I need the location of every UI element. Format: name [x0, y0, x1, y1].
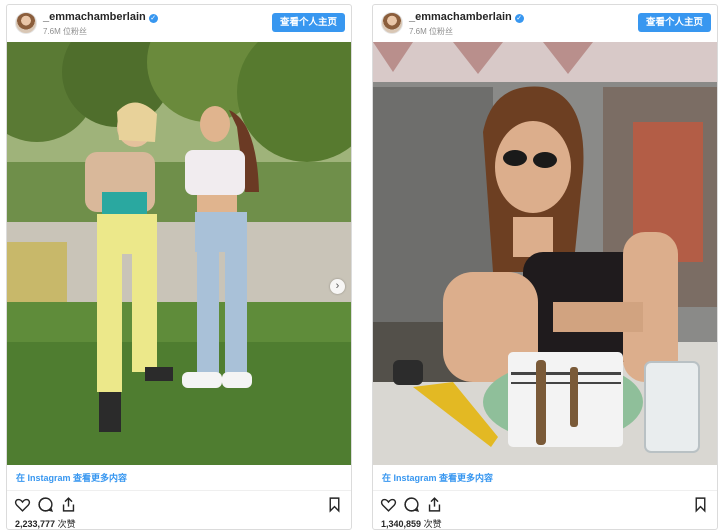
like-count-label: 次赞	[57, 519, 76, 529]
post-photo[interactable]: ›	[7, 42, 351, 465]
verified-badge-icon: ✓	[514, 14, 524, 23]
share-upload-icon[interactable]	[60, 496, 77, 513]
view-more-on-instagram-link[interactable]: 在 Instagram 查看更多内容	[373, 465, 717, 491]
heart-icon[interactable]	[380, 496, 397, 513]
bookmark-icon[interactable]	[692, 496, 709, 513]
like-count-number: 2,233,777	[15, 519, 56, 529]
view-more-on-instagram-link[interactable]: 在 Instagram 查看更多内容	[7, 465, 351, 491]
like-count: 1,340,859 次赞	[381, 517, 442, 530]
heart-icon[interactable]	[14, 496, 31, 513]
like-count: 2,233,777 次赞	[15, 517, 76, 530]
view-profile-button[interactable]: 查看个人主页	[637, 13, 711, 32]
chevron-right-icon[interactable]: ›	[330, 279, 345, 294]
post-header: _emmachamberlain ✓ 7.6M 位粉丝 查看个人主页	[373, 5, 717, 41]
bookmark-icon[interactable]	[326, 496, 343, 513]
share-upload-icon[interactable]	[426, 496, 443, 513]
avatar[interactable]	[15, 12, 37, 34]
cafe-photo	[373, 42, 717, 465]
comment-bubble-icon[interactable]	[37, 496, 54, 513]
follower-count: 7.6M 位粉丝	[43, 27, 88, 36]
verified-badge-icon: ✓	[148, 14, 158, 23]
username-text[interactable]: _emmachamberlain	[43, 11, 146, 23]
follower-count: 7.6M 位粉丝	[409, 27, 454, 36]
post-photo[interactable]	[373, 42, 717, 465]
view-profile-button[interactable]: 查看个人主页	[271, 13, 345, 32]
post-actions	[7, 494, 351, 516]
like-count-number: 1,340,859	[381, 519, 422, 529]
avatar[interactable]	[381, 12, 403, 34]
post-header: _emmachamberlain ✓ 7.6M 位粉丝 查看个人主页	[7, 5, 351, 41]
like-count-label: 次赞	[423, 519, 442, 529]
username-link[interactable]: _emmachamberlain ✓	[409, 11, 524, 23]
username-text[interactable]: _emmachamberlain	[409, 11, 512, 23]
instagram-embed-post-2: _emmachamberlain ✓ 7.6M 位粉丝 查看个人主页 在 Ins…	[372, 4, 718, 530]
instagram-embed-post-1: _emmachamberlain ✓ 7.6M 位粉丝 查看个人主页 › 在 I…	[6, 4, 352, 530]
outdoor-photo	[7, 42, 351, 465]
comment-bubble-icon[interactable]	[403, 496, 420, 513]
post-actions	[373, 494, 717, 516]
username-link[interactable]: _emmachamberlain ✓	[43, 11, 158, 23]
